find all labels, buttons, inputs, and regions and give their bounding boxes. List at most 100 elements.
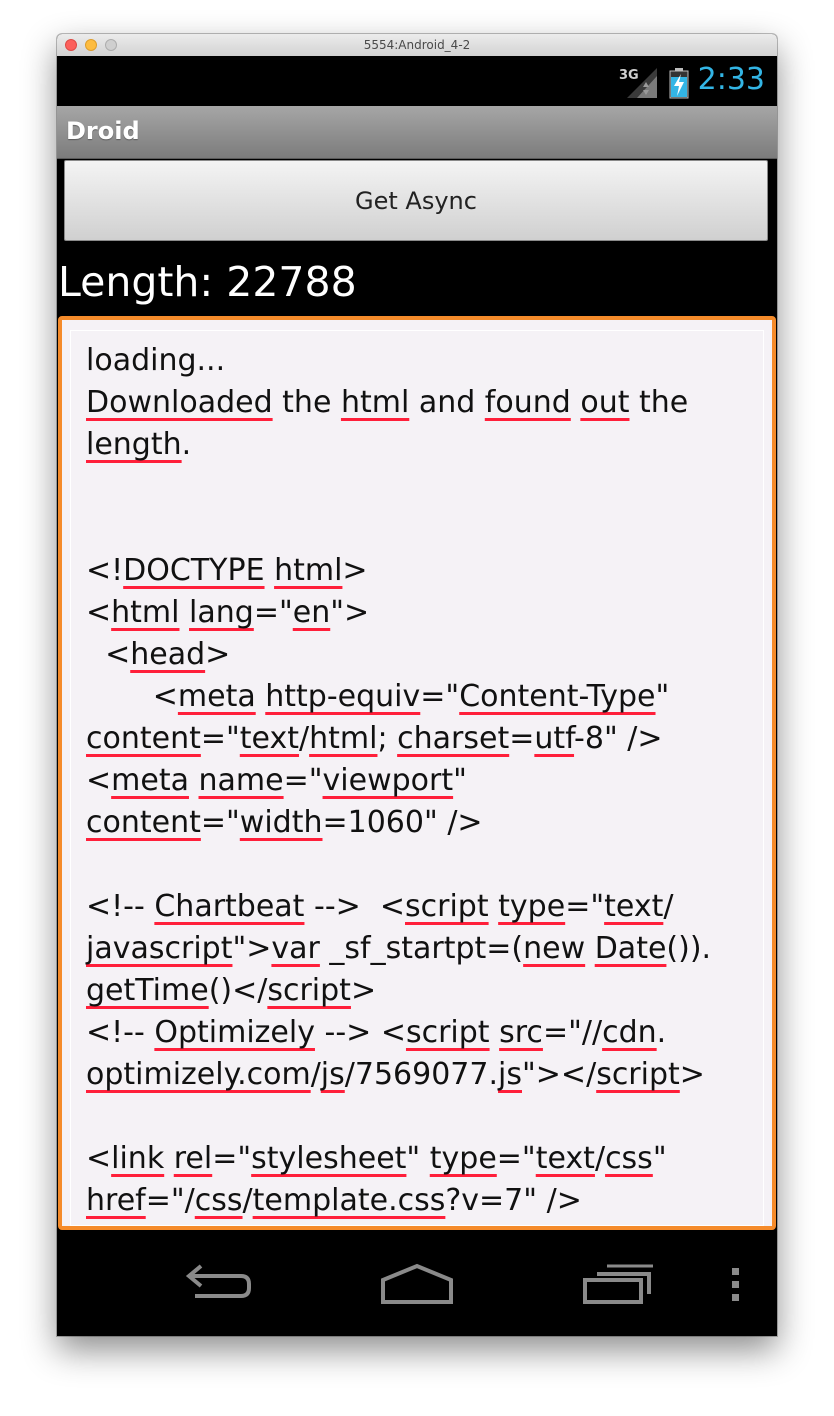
- text-segment: <!: [86, 553, 124, 588]
- misspelled-word: css: [194, 1183, 243, 1218]
- misspelled-word: head: [130, 637, 206, 672]
- text-segment: <: [86, 637, 131, 672]
- misspelled-word: js: [320, 1057, 345, 1092]
- text-segment: /: [310, 1057, 321, 1092]
- text-line: <!-- Chartbeat --> <script type="text/: [86, 886, 711, 928]
- text-line: [86, 844, 711, 886]
- text-segment: ">: [232, 931, 272, 966]
- text-segment: ="/: [145, 1183, 195, 1218]
- text-segment: .: [656, 1015, 667, 1050]
- text-segment: /: [299, 721, 310, 756]
- misspelled-word: getTime: [86, 973, 209, 1008]
- text-line: <head>: [86, 634, 711, 676]
- misspelled-word: Downloaded: [86, 385, 273, 420]
- misspelled-word: http-equiv: [265, 679, 421, 714]
- misspelled-word: cdn: [602, 1015, 657, 1050]
- text-segment: >: [342, 553, 368, 588]
- text-line: Downloaded the html and found out the: [86, 382, 711, 424]
- text-segment: =": [565, 889, 605, 924]
- window-title: 5554:Android_4-2: [363, 38, 471, 52]
- text-segment: [585, 931, 595, 966]
- window-titlebar: 5554:Android_4-2: [57, 34, 777, 57]
- text-line: getTime()</script>: [86, 970, 711, 1012]
- text-segment: [164, 1141, 174, 1176]
- text-line: [86, 508, 711, 550]
- text-segment: /: [663, 889, 674, 924]
- text-segment: ": [406, 1141, 430, 1176]
- text-line: <meta http-equiv="Content-Type": [86, 676, 711, 718]
- text-segment: [571, 385, 581, 420]
- misspelled-word: type: [498, 889, 566, 924]
- text-segment: ;: [377, 721, 398, 756]
- misspelled-word: text: [535, 1141, 595, 1176]
- misspelled-word: type: [429, 1141, 497, 1176]
- misspelled-word: html: [309, 721, 378, 756]
- text-line: length.: [86, 424, 711, 466]
- text-segment: _sf_startpt=(: [319, 931, 524, 966]
- misspelled-word: width: [239, 805, 323, 840]
- misspelled-word: viewport: [322, 763, 454, 798]
- status-bar: 3G 2:33: [57, 56, 777, 106]
- action-bar: Droid: [57, 106, 777, 159]
- signal-icon: 3G: [619, 68, 657, 98]
- misspelled-word: script: [267, 973, 351, 1008]
- length-label: Length: 22788: [58, 258, 357, 306]
- misspelled-word: src: [499, 1015, 543, 1050]
- text-segment: <!--: [86, 1015, 155, 1050]
- misspelled-word: var: [271, 931, 320, 966]
- text-segment: -8" />: [574, 721, 663, 756]
- misspelled-word: text: [239, 721, 300, 756]
- network-type-label: 3G: [619, 68, 639, 83]
- battery-charging-icon: [669, 68, 689, 99]
- misspelled-word: Content-Type: [459, 679, 656, 714]
- response-text-field[interactable]: loading... Downloaded the html and found …: [58, 316, 776, 1230]
- misspelled-word: css: [605, 1141, 653, 1176]
- text-line: javascript">var _sf_startpt=(new Date())…: [86, 928, 711, 970]
- text-line: optimizely.com/js/7569077.js"></script>: [86, 1054, 711, 1096]
- misspelled-word: optimizely.com: [86, 1057, 311, 1092]
- text-line: <html lang="en">: [86, 592, 711, 634]
- misspelled-word: lang: [189, 595, 254, 630]
- text-segment: [489, 889, 499, 924]
- text-field-surface: loading... Downloaded the html and found …: [70, 330, 764, 1226]
- overflow-menu-icon[interactable]: [729, 1262, 743, 1306]
- text-segment: =": [200, 805, 240, 840]
- misspelled-word: script: [405, 889, 489, 924]
- misspelled-word: javascript: [86, 931, 233, 966]
- text-field-content: loading... Downloaded the html and found …: [86, 340, 711, 1222]
- text-segment: ": [652, 1141, 667, 1176]
- status-clock: 2:33: [697, 62, 765, 97]
- app-title: Droid: [66, 117, 140, 145]
- text-segment: /: [594, 1141, 606, 1176]
- misspelled-word: charset: [397, 721, 510, 756]
- text-line: [86, 1096, 711, 1138]
- misspelled-word: href: [86, 1183, 146, 1218]
- text-line: content="width=1060" />: [86, 802, 711, 844]
- text-segment: <: [86, 1141, 112, 1176]
- misspelled-word: text: [604, 889, 664, 924]
- text-segment: =: [509, 721, 535, 756]
- recent-apps-icon[interactable]: [583, 1262, 655, 1306]
- text-segment: and: [409, 385, 485, 420]
- text-segment: =": [212, 1141, 252, 1176]
- text-line: [86, 466, 711, 508]
- text-segment: the: [629, 385, 689, 420]
- text-segment: =": [200, 721, 240, 756]
- back-icon[interactable]: [181, 1262, 251, 1306]
- text-segment: ?v=7" />: [445, 1183, 582, 1218]
- misspelled-word: Optimizely: [154, 1015, 315, 1050]
- misspelled-word: stylesheet: [251, 1141, 407, 1176]
- emulator-window: 5554:Android_4-2 3G 2:33 Droid Get Async…: [57, 34, 777, 1336]
- get-async-button[interactable]: Get Async: [64, 160, 768, 241]
- text-segment: /: [242, 1183, 253, 1218]
- home-icon[interactable]: [379, 1262, 455, 1306]
- misspelled-word: name: [198, 763, 284, 798]
- text-line: href="/css/template.css?v=7" />: [86, 1180, 711, 1222]
- text-segment: [179, 595, 189, 630]
- text-line: <!DOCTYPE html>: [86, 550, 711, 592]
- text-segment: =": [253, 595, 293, 630]
- misspelled-word: length: [86, 427, 182, 462]
- text-segment: ()</: [208, 973, 268, 1008]
- text-segment: .: [181, 427, 192, 462]
- text-segment: >: [679, 1057, 705, 1092]
